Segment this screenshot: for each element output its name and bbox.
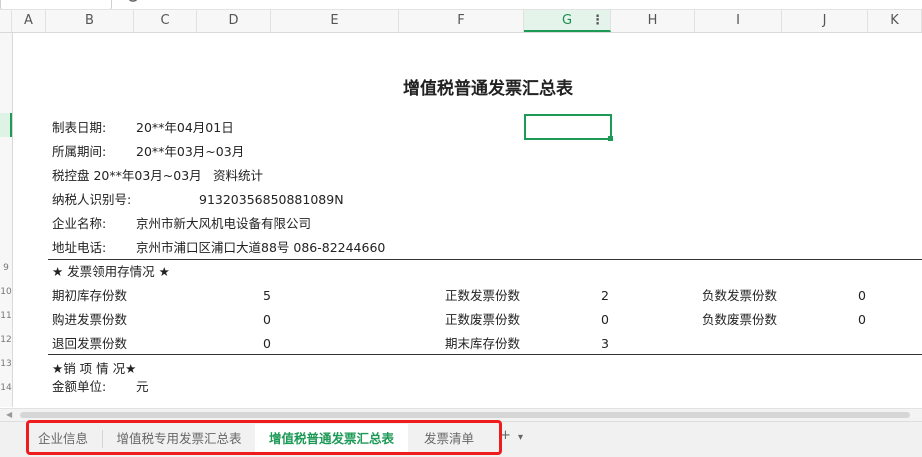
- unit-label: 金额单位:: [52, 379, 107, 394]
- column-header-c[interactable]: C: [134, 10, 197, 32]
- period-value: 20**年03月~03月: [136, 144, 245, 159]
- search-icon[interactable]: [126, 0, 142, 8]
- stat-value: 0: [601, 312, 609, 327]
- stat-label: 购进发票份数: [52, 312, 128, 327]
- column-header-row: A B C D E F G ⋮ H I J K: [0, 10, 922, 33]
- column-header-a[interactable]: A: [12, 10, 46, 32]
- stat-value: 3: [601, 336, 609, 351]
- tab-highlight-box: [26, 420, 502, 455]
- taxid-value: 91320356850881089N: [199, 192, 344, 207]
- column-header-k[interactable]: K: [868, 10, 922, 32]
- column-header-j[interactable]: J: [782, 10, 868, 32]
- date-label: 制表日期:: [52, 120, 107, 135]
- company-value: 京州市新大风机电设备有限公司: [136, 216, 312, 231]
- stat-value: 0: [263, 336, 271, 351]
- stat-label: 负数废票份数: [702, 312, 778, 327]
- row-header-selected[interactable]: [0, 113, 12, 137]
- scrollbar-thumb[interactable]: [20, 412, 910, 418]
- company-label: 企业名称:: [52, 216, 107, 231]
- period-label: 所属期间:: [52, 144, 107, 159]
- taxdisk-text: 税控盘 20**年03月~03月: [52, 168, 202, 183]
- formula-bar: [0, 0, 922, 10]
- function-icon[interactable]: [150, 0, 166, 8]
- taxid-label: 纳税人识别号:: [52, 192, 132, 207]
- column-header-e[interactable]: E: [271, 10, 399, 32]
- row-header-number[interactable]: 14: [0, 383, 12, 393]
- selected-cell[interactable]: [524, 114, 612, 140]
- column-header-i[interactable]: I: [695, 10, 782, 32]
- stat-value: 5: [263, 288, 271, 303]
- column-header-b[interactable]: B: [46, 10, 134, 32]
- fill-handle[interactable]: [608, 136, 613, 141]
- stat-label: 正数发票份数: [445, 288, 521, 303]
- sheet-menu-icon[interactable]: ▾: [518, 432, 523, 443]
- taxdisk-note: 资料统计: [213, 168, 264, 183]
- stat-label: 正数废票份数: [445, 312, 521, 327]
- report-title: 增值税普通发票汇总表: [403, 79, 573, 99]
- column-header-g[interactable]: G ⋮: [524, 10, 611, 32]
- name-box[interactable]: [0, 0, 112, 9]
- section-divider: [48, 354, 922, 355]
- address-label: 地址电话:: [52, 240, 107, 255]
- worksheet-grid[interactable]: 增值税普通发票汇总表 制表日期: 20**年04月01日 所属期间: 20**年…: [13, 33, 922, 407]
- address-value: 京州市浦口区浦口大道88号 086-82244660: [136, 240, 386, 255]
- row-header-number[interactable]: 11: [0, 311, 12, 321]
- row-header-number[interactable]: 10: [0, 287, 12, 297]
- scroll-left-icon[interactable]: ◀: [6, 410, 12, 419]
- section-divider: [48, 259, 922, 260]
- unit-value: 元: [136, 379, 149, 394]
- row-header-number[interactable]: 9: [0, 263, 12, 273]
- stat-value: 0: [858, 312, 866, 327]
- column-options-icon[interactable]: ⋮: [591, 10, 604, 32]
- section-invoice-stock-title: ★ 发票领用存情况 ★: [52, 264, 170, 279]
- stat-value: 2: [601, 288, 609, 303]
- stat-label: 退回发票份数: [52, 336, 128, 351]
- date-value: 20**年04月01日: [136, 120, 234, 135]
- stat-label: 期初库存份数: [52, 288, 128, 303]
- stat-label: 负数发票份数: [702, 288, 778, 303]
- stat-label: 期末库存份数: [445, 336, 521, 351]
- section-sales-title: ★销 项 情 况★: [52, 361, 137, 376]
- row-header-number[interactable]: 12: [0, 335, 12, 345]
- column-header-f[interactable]: F: [399, 10, 524, 32]
- row-header-number[interactable]: 13: [0, 359, 12, 369]
- column-header-g-label: G: [561, 13, 573, 28]
- column-header-h[interactable]: H: [611, 10, 695, 32]
- stat-value: 0: [263, 312, 271, 327]
- stat-value: 0: [858, 288, 866, 303]
- column-header-d[interactable]: D: [197, 10, 271, 32]
- select-all-corner[interactable]: [0, 10, 12, 32]
- row-header-column: 9 10 11 12 13 14: [0, 33, 13, 407]
